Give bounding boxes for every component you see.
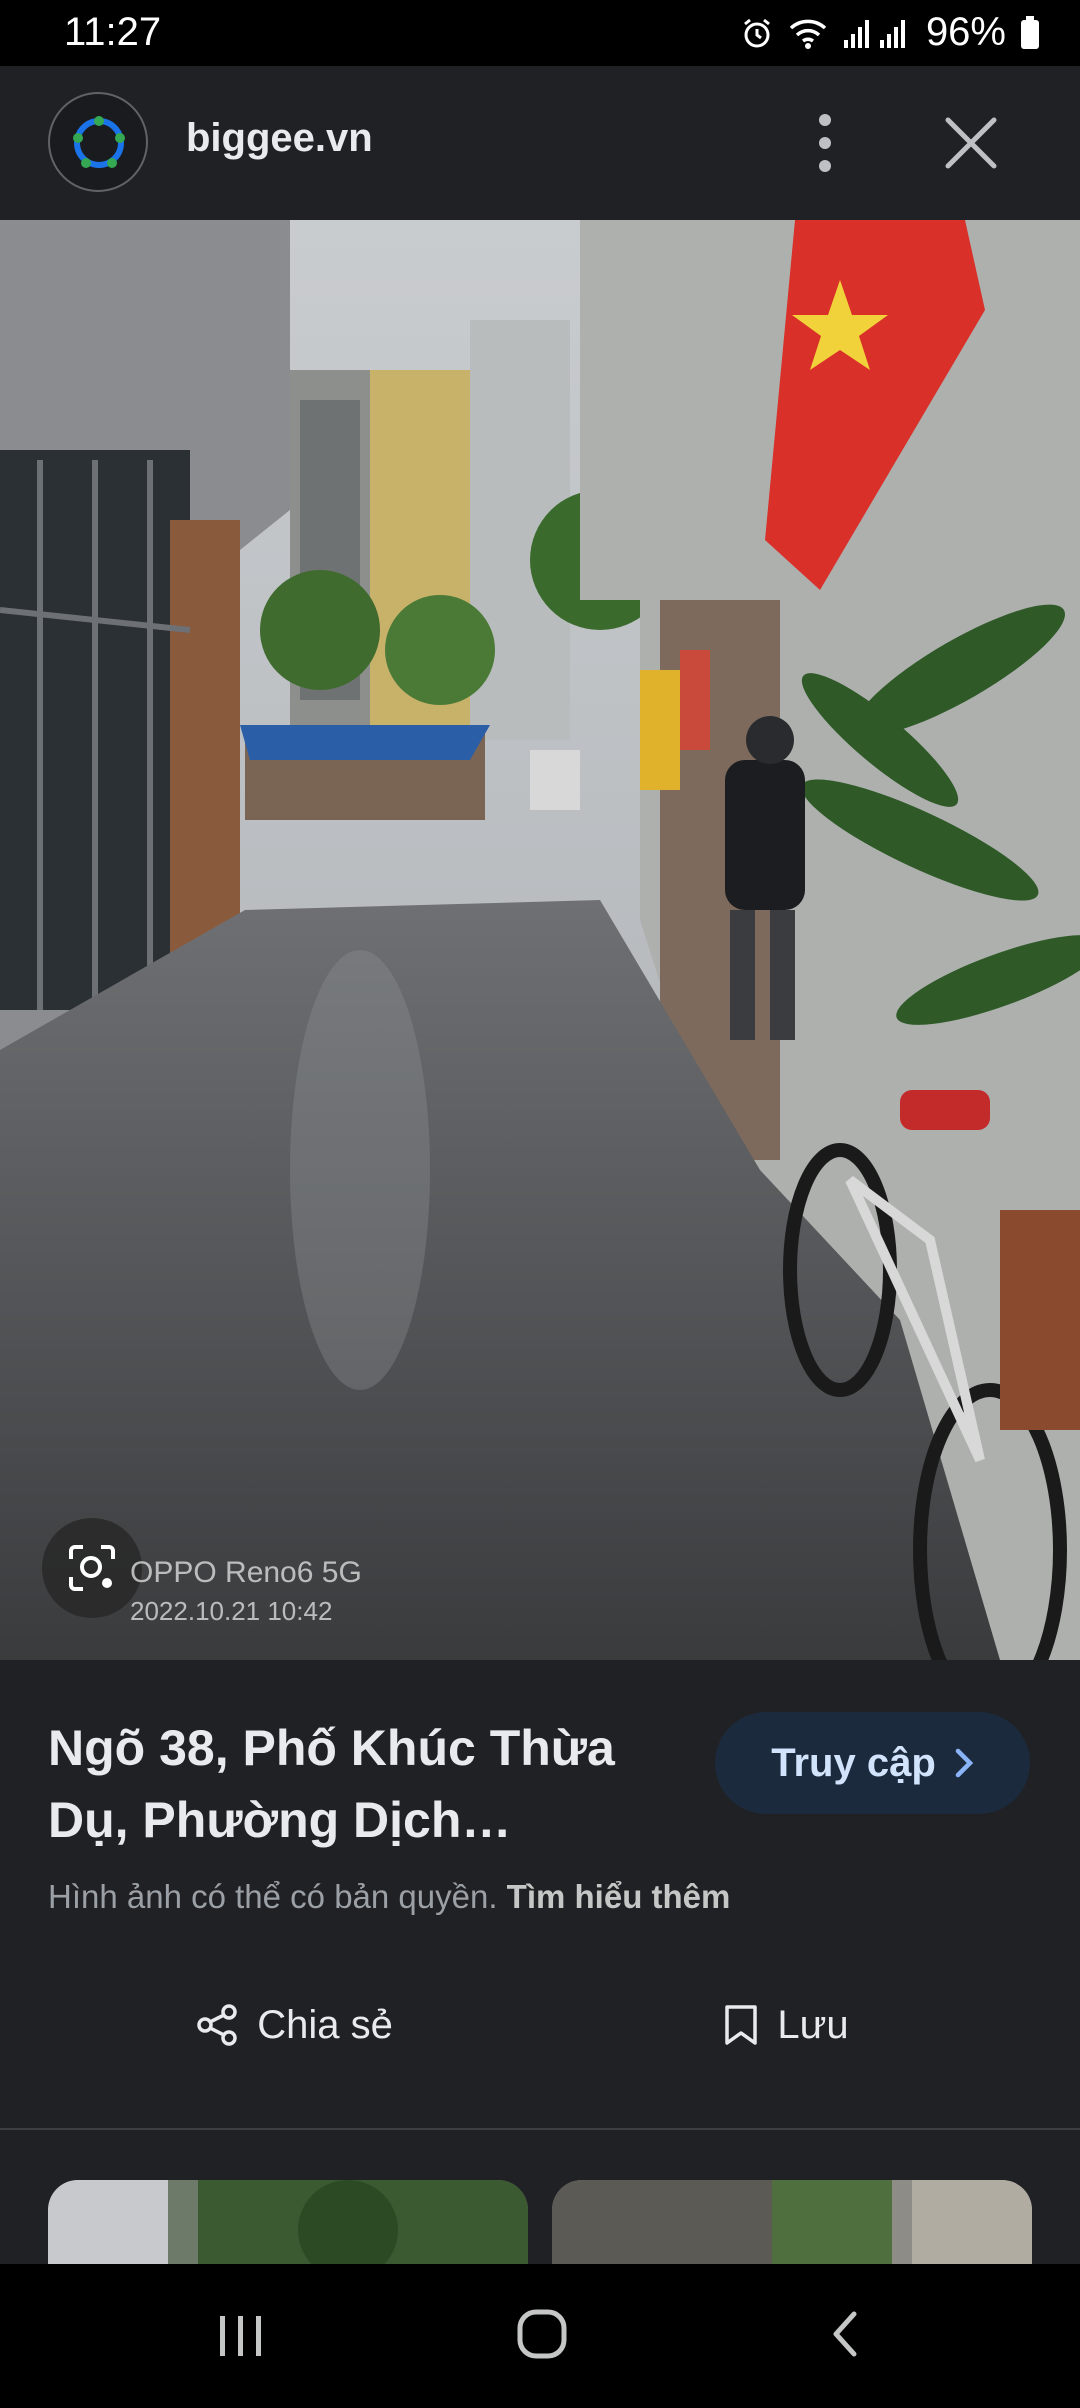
status-bar: 11:27 96%: [0, 0, 1080, 66]
more-options-button[interactable]: [800, 110, 850, 176]
share-icon: [197, 2004, 237, 2046]
wifi-icon: [788, 16, 828, 50]
recent-apps-button[interactable]: [214, 2304, 268, 2369]
lens-icon: [69, 1545, 115, 1591]
copyright-text: Hình ảnh có thể có bản quyền.: [48, 1878, 498, 1915]
status-icons: 96%: [740, 10, 1040, 55]
watermark-device: OPPO Reno6 5G: [130, 1556, 362, 1589]
save-label: Lưu: [777, 2002, 849, 2047]
copyright-notice: Hình ảnh có thể có bản quyền. Tìm hiểu t…: [48, 1878, 730, 1916]
lens-search-button[interactable]: [42, 1518, 142, 1618]
section-divider: [0, 2128, 1080, 2130]
battery-percent: 96%: [925, 10, 1006, 54]
viewer-header: biggee.vn: [0, 66, 1080, 220]
save-button[interactable]: Lưu: [540, 1960, 1032, 2090]
bookmark-icon: [725, 2005, 758, 2045]
chevron-right-icon: [955, 1748, 973, 1778]
main-image[interactable]: [0, 220, 1080, 1660]
close-button[interactable]: [940, 112, 1002, 174]
status-time: 11:27: [64, 10, 162, 54]
signal-icon: [842, 16, 912, 50]
alarm-icon: [740, 16, 774, 50]
action-row: Chia sẻ Lưu: [48, 1960, 1032, 2090]
system-nav-bar: [0, 2264, 1080, 2408]
recent-apps-icon: [220, 2316, 261, 2356]
site-name[interactable]: biggee.vn: [186, 116, 373, 161]
learn-more-link[interactable]: Tìm hiểu thêm: [507, 1878, 731, 1915]
battery-icon: [1020, 15, 1040, 50]
home-button[interactable]: [512, 2304, 572, 2369]
back-button[interactable]: [820, 2304, 870, 2369]
photo-watermark: OPPO Reno6 5G 2022.10.21 10:42: [130, 1556, 362, 1627]
related-image-thumbnail[interactable]: [48, 2180, 528, 2264]
share-label: Chia sẻ: [257, 2002, 393, 2047]
watermark-date: 2022.10.21 10:42: [130, 1596, 333, 1626]
related-image-thumbnail[interactable]: [552, 2180, 1032, 2264]
visit-label: Truy cập: [771, 1740, 936, 1785]
close-icon: [945, 117, 997, 169]
home-icon: [517, 2309, 567, 2359]
more-vert-icon: [819, 114, 831, 172]
share-button[interactable]: Chia sẻ: [48, 1960, 540, 2090]
back-icon: [833, 2311, 857, 2357]
site-logo-icon[interactable]: [48, 92, 148, 192]
visit-button[interactable]: Truy cập: [715, 1712, 1030, 1814]
image-title: Ngõ 38, Phố Khúc Thừa Dụ, Phường Dịch Vọ…: [48, 1720, 615, 1848]
